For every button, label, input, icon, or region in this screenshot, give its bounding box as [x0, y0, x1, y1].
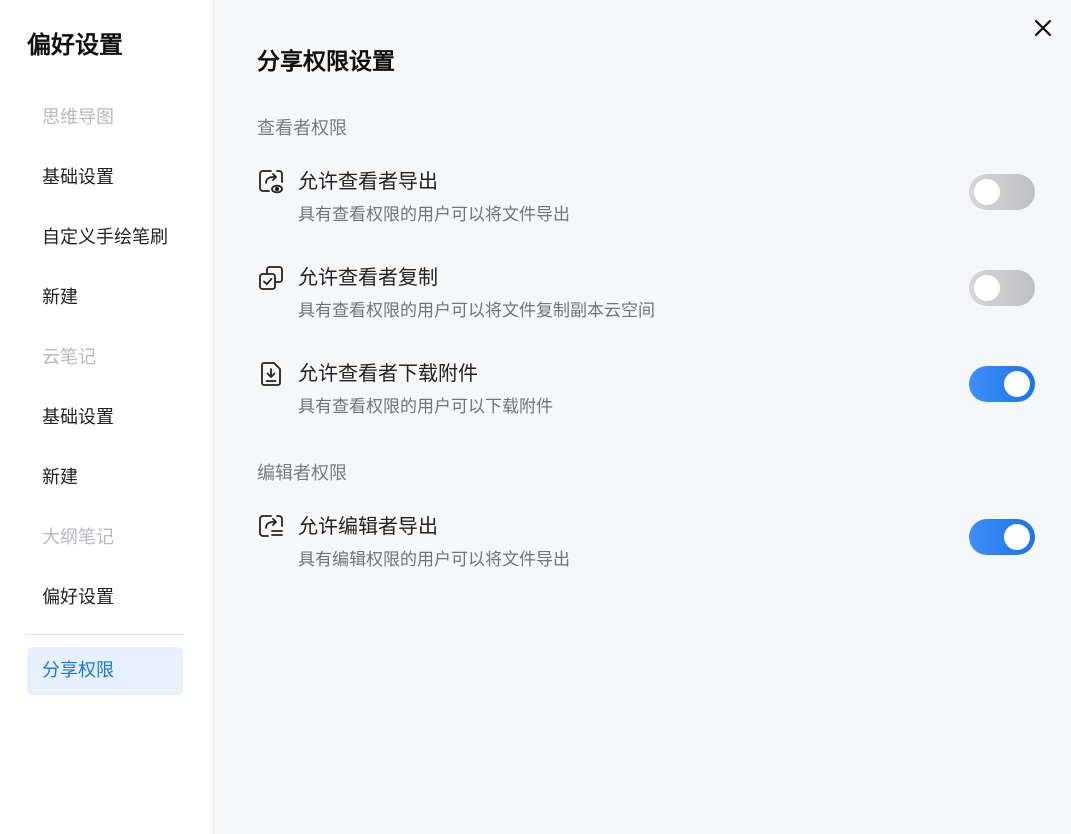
- setting-editor-export: 允许编辑者导出 具有编辑权限的用户可以将文件导出: [257, 513, 1035, 583]
- nav-group-cloudnote: 云笔记: [42, 347, 96, 368]
- setting-viewer-download: 允许查看者下载附件 具有查看权限的用户可以下载附件: [257, 360, 1035, 430]
- setting-name: 允许查看者下载附件: [298, 361, 478, 385]
- setting-desc: 具有查看权限的用户可以将文件复制副本云空间: [298, 301, 655, 321]
- export-edit-icon: [257, 513, 287, 543]
- section-label-editor: 编辑者权限: [257, 463, 347, 484]
- nav-item-cloudnote-basic[interactable]: 基础设置: [0, 388, 213, 448]
- close-button[interactable]: [1029, 14, 1057, 42]
- setting-viewer-export: 允许查看者导出 具有查看权限的用户可以将文件导出: [257, 168, 1035, 238]
- sidebar: 偏好设置 思维导图 基础设置 自定义手绘笔刷 新建 云笔记 基础设置 新建 大纲…: [0, 0, 214, 834]
- nav-item-mindmap-brush[interactable]: 自定义手绘笔刷: [0, 208, 213, 268]
- main-panel: 分享权限设置 查看者权限 允许查看者导出 具有查看权限的用户可以将文件导出 允许…: [214, 0, 1071, 834]
- toggle-viewer-download[interactable]: [969, 366, 1035, 402]
- nav-group-outline: 大纲笔记: [42, 527, 114, 548]
- sidebar-title: 偏好设置: [27, 31, 123, 59]
- nav-item-cloudnote-new[interactable]: 新建: [0, 448, 213, 508]
- toggle-knob: [974, 275, 1000, 301]
- nav-item-share-permissions[interactable]: 分享权限: [27, 647, 183, 695]
- setting-name: 允许查看者复制: [298, 265, 438, 289]
- nav-group-mindmap: 思维导图: [42, 107, 114, 128]
- nav-divider: [26, 634, 184, 635]
- sidebar-nav: 思维导图 基础设置 自定义手绘笔刷 新建 云笔记 基础设置 新建 大纲笔记 偏好…: [0, 88, 213, 695]
- toggle-viewer-copy[interactable]: [969, 270, 1035, 306]
- nav-item-outline-prefs[interactable]: 偏好设置: [0, 568, 213, 628]
- setting-desc: 具有查看权限的用户可以将文件导出: [298, 205, 570, 225]
- setting-viewer-copy: 允许查看者复制 具有查看权限的用户可以将文件复制副本云空间: [257, 264, 1035, 334]
- nav-item-mindmap-basic[interactable]: 基础设置: [0, 148, 213, 208]
- toggle-editor-export[interactable]: [969, 519, 1035, 555]
- close-icon: [1034, 19, 1052, 37]
- nav-item-mindmap-new[interactable]: 新建: [0, 268, 213, 328]
- section-label-viewer: 查看者权限: [257, 118, 347, 139]
- export-view-icon: [257, 168, 287, 198]
- toggle-knob: [1004, 524, 1030, 550]
- page-title: 分享权限设置: [257, 49, 395, 75]
- download-file-icon: [257, 360, 287, 390]
- toggle-viewer-export[interactable]: [969, 174, 1035, 210]
- setting-name: 允许编辑者导出: [298, 514, 438, 538]
- setting-desc: 具有查看权限的用户可以下载附件: [298, 397, 553, 417]
- toggle-knob: [974, 179, 1000, 205]
- setting-desc: 具有编辑权限的用户可以将文件导出: [298, 550, 570, 570]
- copy-check-icon: [257, 264, 287, 294]
- toggle-knob: [1004, 371, 1030, 397]
- setting-name: 允许查看者导出: [298, 169, 438, 193]
